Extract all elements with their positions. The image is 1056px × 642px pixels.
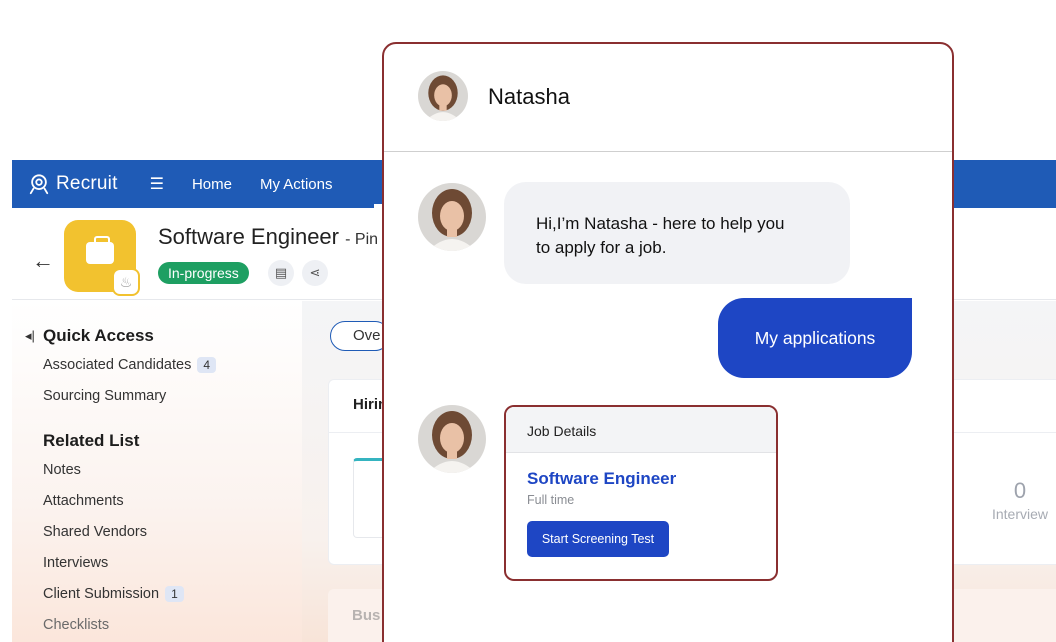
chat-agent-name: Natasha — [488, 84, 570, 109]
job-type: Full time — [527, 493, 575, 507]
chat-widget: Natasha Hi,I’m Natasha - here to help yo… — [382, 42, 954, 642]
left-sidebar: ◂| Quick Access Associated Candidates 4 … — [12, 301, 302, 642]
sidebar-item-notes[interactable]: Notes — [43, 462, 81, 478]
notes-icon[interactable]: ▤ — [268, 260, 294, 286]
sidebar-item-label: Associated Candidates — [43, 357, 192, 373]
count-badge: 4 — [197, 357, 217, 373]
sidebar-item-interviews[interactable]: Interviews — [43, 555, 108, 571]
sidebar-item-associated-candidates[interactable]: Associated Candidates 4 — [43, 357, 217, 373]
job-details-card: Job Details Software Engineer Full time … — [504, 405, 778, 581]
status-badge[interactable]: In-progress — [158, 262, 249, 284]
share-icon[interactable]: ⋖ — [302, 260, 328, 286]
count-badge: 1 — [165, 586, 184, 602]
flame-icon: ♨ — [114, 270, 138, 294]
job-card-header: Job Details — [506, 407, 776, 453]
nav-my-actions[interactable]: My Actions — [260, 176, 333, 193]
sidebar-item-checklists[interactable]: Checklists — [43, 617, 109, 633]
avatar — [418, 405, 486, 473]
bot-message-bubble: Hi,I’m Natasha - here to help you to app… — [504, 182, 850, 284]
brand-name: Recruit — [56, 173, 118, 194]
sidebar-item-attachments[interactable]: Attachments — [43, 493, 124, 509]
sidebar-item-label: Attachments — [43, 493, 124, 509]
avatar — [418, 183, 486, 251]
job-title-link[interactable]: Software Engineer — [527, 469, 676, 489]
briefcase-icon — [86, 236, 114, 264]
agent-portrait — [418, 405, 486, 473]
start-screening-test-button[interactable]: Start Screening Test — [527, 521, 669, 557]
tab-overview[interactable]: Ove — [330, 321, 390, 351]
record-subtitle: - Pin — [345, 231, 379, 248]
card-title: Bus — [352, 607, 381, 624]
my-applications-button[interactable]: My applications — [718, 298, 912, 378]
interview-count: 0 — [1013, 478, 1027, 503]
sidebar-item-client-submission[interactable]: Client Submission 1 — [43, 586, 184, 602]
stage: Recruit ☰ Home My Actions ← ♨ Software E… — [0, 0, 1056, 642]
interview-label: Interview — [991, 506, 1049, 522]
record-title: Software Engineer - Pin — [158, 224, 378, 250]
sidebar-item-label: Sourcing Summary — [43, 388, 167, 404]
chat-header: Natasha — [384, 44, 952, 152]
record-title-text: Software Engineer — [158, 224, 339, 249]
related-list-heading: Related List — [43, 431, 140, 450]
hamburger-menu-icon[interactable]: ☰ — [150, 174, 164, 194]
avatar — [418, 71, 468, 121]
back-arrow-icon[interactable]: ← — [32, 248, 54, 274]
job-avatar: ♨ — [64, 220, 138, 294]
quick-access-heading: Quick Access — [43, 326, 154, 345]
sidebar-item-shared-vendors[interactable]: Shared Vendors — [43, 524, 147, 540]
collapse-caret-icon[interactable]: ◂| — [25, 328, 35, 344]
bot-message-line: to apply for a job. — [536, 238, 667, 257]
brand[interactable]: Recruit — [28, 173, 118, 195]
sidebar-item-label: Shared Vendors — [43, 524, 147, 540]
sidebar-item-label: Checklists — [43, 617, 110, 633]
sidebar-item-label: Client Submission — [43, 586, 160, 602]
recruit-logo-icon — [29, 174, 49, 195]
sidebar-item-sourcing-summary[interactable]: Sourcing Summary — [43, 388, 166, 404]
nav-home[interactable]: Home — [192, 176, 232, 193]
agent-portrait — [418, 183, 486, 251]
sidebar-item-label: Notes — [43, 462, 81, 478]
agent-portrait — [418, 71, 468, 121]
sidebar-item-label: Interviews — [43, 555, 109, 571]
bot-message-line: Hi,I’m Natasha - here to help you — [536, 214, 785, 233]
